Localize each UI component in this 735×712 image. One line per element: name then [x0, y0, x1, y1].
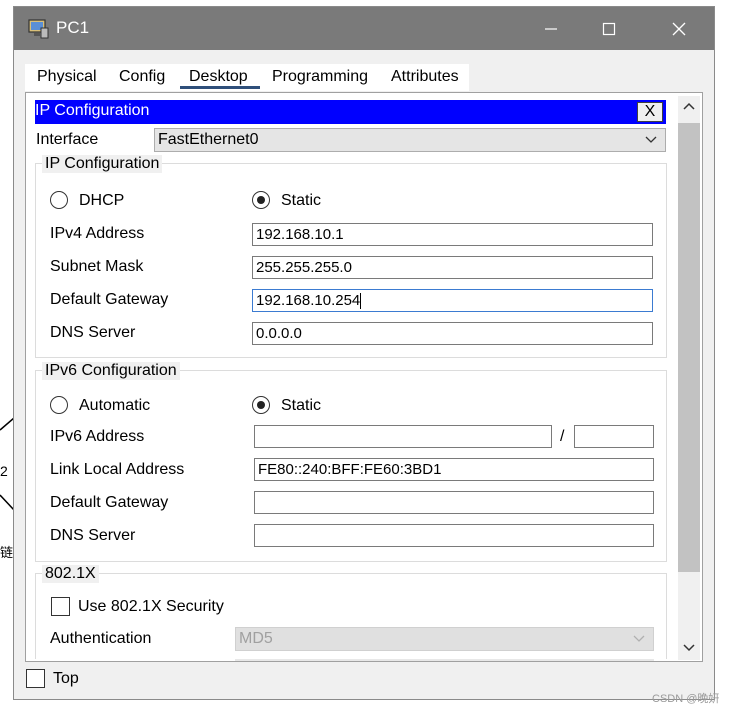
background-link-lines [0, 417, 14, 511]
interface-label: Interface [36, 131, 99, 148]
ipv4-dns-server-label: DNS Server [50, 324, 136, 341]
chevron-down-icon [683, 644, 695, 652]
minimize-button[interactable] [522, 7, 580, 50]
ipv6-group-title: IPv6 Configuration [42, 362, 180, 380]
next-field-edge [235, 659, 654, 661]
tab-attributes[interactable]: Attributes [391, 64, 459, 91]
ip-configuration-header: IP Configuration X [35, 100, 666, 124]
ipv6-static-label: Static [281, 397, 322, 414]
interface-select[interactable]: FastEthernet0 [154, 128, 666, 152]
tab-config[interactable]: Config [119, 64, 165, 91]
close-icon [672, 22, 686, 35]
tab-physical[interactable]: Physical [37, 64, 97, 91]
use-8021x-security-label: Use 802.1X Security [78, 598, 224, 615]
title-bar[interactable]: PC1 [14, 7, 714, 50]
authentication-label: Authentication [50, 630, 152, 647]
active-tab-indicator [180, 86, 260, 89]
top-label: Top [53, 670, 79, 687]
scroll-down-button[interactable] [678, 637, 700, 659]
ipv4-dns-server-field[interactable]: 0.0.0.0 [252, 322, 653, 345]
ipv4-address-label: IPv4 Address [50, 225, 145, 242]
link-local-address-field[interactable]: FE80::240:BFF:FE60:3BD1 [254, 458, 654, 481]
subnet-mask-field[interactable]: 255.255.255.0 [252, 256, 653, 279]
authentication-value: MD5 [239, 630, 273, 647]
watermark: CSDN @晚妍 [652, 693, 720, 705]
ipv6-address-field[interactable] [254, 425, 552, 448]
ip-configuration-title: IP Configuration [35, 102, 150, 119]
maximize-button[interactable] [580, 7, 638, 50]
ipv6-default-gateway-label: Default Gateway [50, 494, 169, 511]
authentication-select[interactable]: MD5 [235, 627, 654, 651]
interface-value: FastEthernet0 [158, 131, 259, 148]
tab-programming[interactable]: Programming [272, 64, 368, 91]
prefix-separator: / [560, 428, 565, 445]
ipv4-address-field[interactable]: 192.168.10.1 [252, 223, 653, 246]
dhcp-label: DHCP [79, 192, 125, 209]
automatic-label: Automatic [79, 397, 151, 414]
minimize-icon [545, 27, 557, 30]
link-local-address-label: Link Local Address [50, 461, 185, 478]
background-label-fragment-2: 链路 [0, 545, 13, 560]
ipv6-address-label: IPv6 Address [50, 428, 145, 445]
dot1x-group-title: 802.1X [42, 565, 99, 583]
ipv4-group-title: IP Configuration [42, 155, 163, 173]
maximize-icon [602, 22, 616, 35]
ipv6-dns-server-field[interactable] [254, 524, 654, 547]
ipv4-default-gateway-field[interactable]: 192.168.10.254 [252, 289, 653, 312]
top-checkbox[interactable] [26, 669, 45, 688]
ipv4-default-gateway-value: 192.168.10.254 [256, 292, 361, 309]
use-8021x-security-checkbox[interactable] [51, 597, 70, 616]
automatic-radio[interactable] [50, 396, 68, 414]
chevron-up-icon [683, 102, 695, 110]
ipv4-static-radio[interactable] [252, 191, 270, 209]
pc1-window: PC1 Physical Config Desktop Programming … [13, 6, 715, 700]
ipv6-default-gateway-field[interactable] [254, 491, 654, 514]
ipv4-static-label: Static [281, 192, 322, 209]
ipv6-prefix-field[interactable] [574, 425, 654, 448]
ipv4-default-gateway-label: Default Gateway [50, 291, 169, 308]
text-cursor [360, 293, 362, 310]
scroll-up-button[interactable] [678, 95, 700, 117]
subnet-mask-label: Subnet Mask [50, 258, 144, 275]
background-label-fragment: 2 [0, 463, 8, 479]
ip-configuration-close-button[interactable]: X [637, 102, 663, 122]
chevron-down-icon [633, 635, 645, 642]
close-window-button[interactable] [650, 7, 708, 50]
scrollbar-thumb[interactable] [678, 123, 700, 572]
window-title: PC1 [56, 18, 90, 37]
ipv6-dns-server-label: DNS Server [50, 527, 136, 544]
chevron-down-icon [645, 136, 657, 143]
dhcp-radio[interactable] [50, 191, 68, 209]
pc-app-icon [28, 19, 49, 39]
ipv6-static-radio[interactable] [252, 396, 270, 414]
